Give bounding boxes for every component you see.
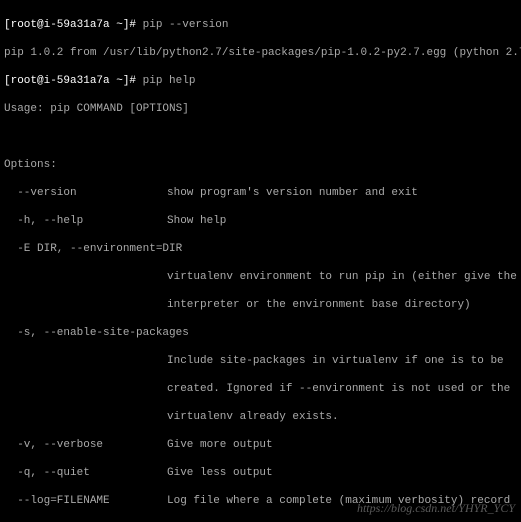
- options-header: Options:: [4, 158, 517, 172]
- line-pip-version: pip 1.0.2 from /usr/lib/python2.7/site-p…: [4, 46, 517, 60]
- shell-prompt: [root@i-59a31a7a ~]#: [4, 75, 143, 87]
- blank-line: [4, 130, 517, 144]
- opt-env-flag: -E DIR, --environment=DIR: [4, 242, 517, 256]
- opt-quiet: -q, --quietGive less output: [4, 466, 517, 480]
- opt-sp-flag: -s, --enable-site-packages: [4, 326, 517, 340]
- opt-sp-desc: virtualenv already exists.: [4, 410, 517, 424]
- opt-help: -h, --helpShow help: [4, 214, 517, 228]
- opt-sp-desc: created. Ignored if --environment is not…: [4, 382, 517, 396]
- opt-sp-desc: Include site-packages in virtualenv if o…: [4, 354, 517, 368]
- command-text: pip --version: [143, 19, 229, 31]
- line-prompt-1: [root@i-59a31a7a ~]# pip --version: [4, 18, 517, 32]
- shell-prompt: [root@i-59a31a7a ~]#: [4, 19, 143, 31]
- opt-log: --log=FILENAMELog file where a complete …: [4, 494, 517, 508]
- opt-version: --versionshow program's version number a…: [4, 186, 517, 200]
- opt-env-desc: virtualenv environment to run pip in (ei…: [4, 270, 517, 284]
- command-text: pip help: [143, 75, 196, 87]
- line-usage: Usage: pip COMMAND [OPTIONS]: [4, 102, 517, 116]
- terminal-output[interactable]: [root@i-59a31a7a ~]# pip --version pip 1…: [0, 0, 521, 522]
- opt-verbose: -v, --verboseGive more output: [4, 438, 517, 452]
- line-prompt-2: [root@i-59a31a7a ~]# pip help: [4, 74, 517, 88]
- opt-env-desc: interpreter or the environment base dire…: [4, 298, 517, 312]
